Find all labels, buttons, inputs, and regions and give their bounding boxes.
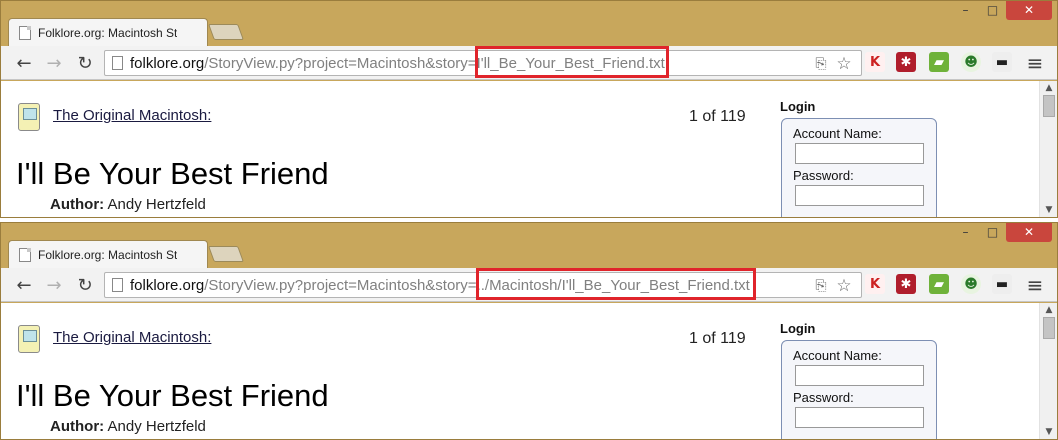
page-content: The Original Macintosh: 1 of 119 I'll Be… (1, 303, 1057, 439)
scroll-up-arrow[interactable]: ▲ (1043, 83, 1055, 93)
section-link[interactable]: The Original Macintosh: (53, 107, 211, 124)
scroll-thumb[interactable] (1043, 317, 1055, 339)
menu-icon[interactable]: ≡ (1023, 273, 1047, 297)
story-count: 1 of 119 (689, 330, 746, 347)
password-label: Password: (793, 168, 854, 183)
login-box: Account Name: Password: (781, 118, 937, 217)
evernote-icon[interactable]: ▰ (929, 274, 949, 294)
author-line: Author: Andy Hertzfeld (50, 418, 206, 435)
url-host: folklore.org (130, 55, 205, 72)
scroll-down-arrow[interactable]: ▼ (1043, 205, 1055, 215)
url-path: /StoryView.py?project=Macintosh&story= (204, 55, 477, 72)
page-icon (112, 56, 123, 70)
back-button[interactable]: ← (12, 273, 36, 297)
new-tab-button[interactable] (208, 24, 244, 40)
account-name-label: Account Name: (793, 348, 882, 363)
story-count: 1 of 119 (689, 108, 746, 125)
author-label: Author: (50, 418, 105, 435)
browser-window-2: – □ ✕ Folklore.org: Macintosh St ← → ↻ f… (0, 222, 1058, 440)
reload-button[interactable]: ↻ (73, 273, 97, 297)
scroll-up-arrow[interactable]: ▲ (1043, 305, 1055, 315)
author-label: Author: (50, 196, 105, 213)
macintosh-icon (18, 103, 40, 131)
red-highlight-box (475, 46, 669, 78)
window-controls: – □ ✕ (952, 222, 1052, 244)
red-highlight-box (476, 268, 756, 300)
maximize-button[interactable]: □ (979, 0, 1006, 20)
author-name: Andy Hertzfeld (107, 196, 206, 213)
account-name-label: Account Name: (793, 126, 882, 141)
tab-folklore[interactable]: Folklore.org: Macintosh St (8, 240, 208, 268)
page-content: The Original Macintosh: 1 of 119 I'll Be… (1, 81, 1057, 217)
page-icon (19, 247, 31, 262)
login-heading: Login (780, 99, 816, 114)
page-icon (112, 278, 123, 292)
window-controls: – □ ✕ (952, 0, 1052, 22)
lastpass-icon[interactable]: ✱ (896, 274, 916, 294)
page-action-icon[interactable]: ⎘ (812, 55, 830, 73)
login-heading: Login (780, 321, 816, 336)
tab-title: Folklore.org: Macintosh St (38, 25, 178, 40)
incognito-icon[interactable]: ▬ (992, 274, 1012, 294)
browser-toolbar: ← → ↻ folklore.org/StoryView.py?project=… (1, 46, 1057, 80)
reload-button[interactable]: ↻ (73, 51, 97, 75)
url-path: /StoryView.py?project=Macintosh&story= (204, 277, 477, 294)
macintosh-icon (18, 325, 40, 353)
story-title: I'll Be Your Best Friend (16, 378, 329, 413)
new-tab-button[interactable] (208, 246, 244, 262)
author-name: Andy Hertzfeld (107, 418, 206, 435)
vertical-scrollbar[interactable]: ▲ ▼ (1039, 303, 1057, 439)
kaspersky-icon[interactable]: K (865, 274, 885, 294)
browser-toolbar: ← → ↻ folklore.org/StoryView.py?project=… (1, 268, 1057, 302)
monkey-icon[interactable]: ☻ (961, 52, 981, 72)
kaspersky-icon[interactable]: K (865, 52, 885, 72)
password-field[interactable] (795, 407, 924, 428)
page-icon (19, 25, 31, 40)
scroll-down-arrow[interactable]: ▼ (1043, 427, 1055, 437)
monkey-icon[interactable]: ☻ (961, 274, 981, 294)
lastpass-icon[interactable]: ✱ (896, 52, 916, 72)
url-host: folklore.org (130, 277, 205, 294)
star-icon[interactable]: ☆ (835, 276, 853, 296)
browser-window-1: – □ ✕ Folklore.org: Macintosh St ← → ↻ f… (0, 0, 1058, 218)
vertical-scrollbar[interactable]: ▲ ▼ (1039, 81, 1057, 217)
author-line: Author: Andy Hertzfeld (50, 196, 206, 213)
tab-folklore[interactable]: Folklore.org: Macintosh St (8, 18, 208, 46)
scroll-thumb[interactable] (1043, 95, 1055, 117)
minimize-button[interactable]: – (952, 222, 979, 242)
star-icon[interactable]: ☆ (835, 54, 853, 74)
close-button[interactable]: ✕ (1006, 0, 1052, 20)
account-name-field[interactable] (795, 365, 924, 386)
maximize-button[interactable]: □ (979, 222, 1006, 242)
section-link[interactable]: The Original Macintosh: (53, 329, 211, 346)
password-label: Password: (793, 390, 854, 405)
login-box: Account Name: Password: (781, 340, 937, 439)
evernote-icon[interactable]: ▰ (929, 52, 949, 72)
back-button[interactable]: ← (12, 51, 36, 75)
menu-icon[interactable]: ≡ (1023, 51, 1047, 75)
page-action-icon[interactable]: ⎘ (812, 277, 830, 295)
forward-button[interactable]: → (42, 51, 66, 75)
tab-title: Folklore.org: Macintosh St (38, 247, 178, 262)
story-title: I'll Be Your Best Friend (16, 156, 329, 191)
incognito-icon[interactable]: ▬ (992, 52, 1012, 72)
forward-button[interactable]: → (42, 273, 66, 297)
minimize-button[interactable]: – (952, 0, 979, 20)
password-field[interactable] (795, 185, 924, 206)
account-name-field[interactable] (795, 143, 924, 164)
close-button[interactable]: ✕ (1006, 222, 1052, 242)
